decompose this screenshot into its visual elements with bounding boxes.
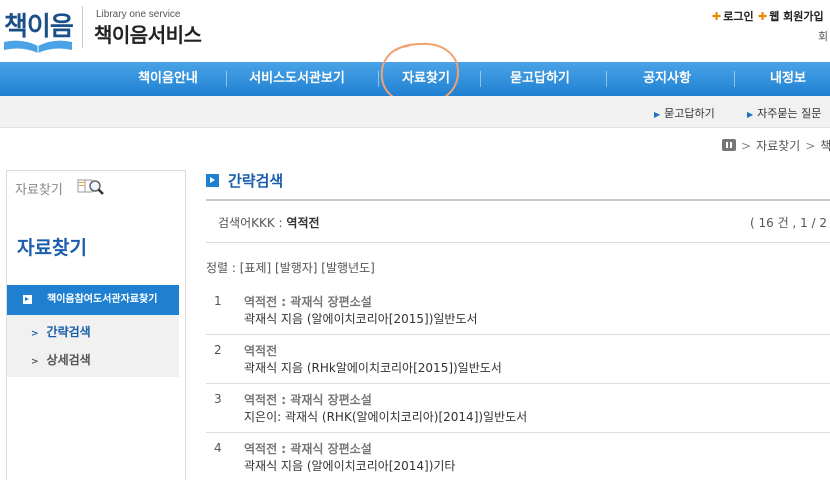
result-description: 곽재식 지음 (알에이치코리아[2014])기타	[244, 459, 456, 473]
login-link[interactable]: ✚ 로그인	[712, 8, 754, 24]
breadcrumb: > 자료찾기 > 책	[722, 137, 830, 154]
sort-options[interactable]: 정렬 : [표제] [발행자] [발행년도]	[206, 259, 375, 276]
breadcrumb-separator: >	[805, 139, 816, 153]
page-title-text: 간략검색	[228, 172, 284, 190]
play-box-icon	[206, 174, 219, 187]
subnav-item-qna[interactable]: ▶ 묻고답하기	[654, 105, 715, 121]
left-sidebar: 자료찾기 자료찾기 책이음참여도서관자료찾기 > 간략검색 > 상세검색	[6, 170, 186, 480]
list-item[interactable]: 2 역적전 곽재식 지음 (RHk알에이치코리아[2015])일반도서	[206, 335, 830, 384]
nav-item-libraries[interactable]: 서비스도서관보기	[227, 62, 367, 96]
sidebar-subitem-label: 상세검색	[46, 353, 91, 367]
chevron-right-icon: >	[31, 329, 39, 339]
result-title[interactable]: 역적전	[244, 342, 277, 359]
sidebar-submenu: > 간략검색 > 상세검색	[7, 315, 179, 377]
result-number: 1	[214, 294, 222, 308]
sidebar-subitem-label: 간략검색	[46, 325, 91, 339]
sub-nav: ▶ 묻고답하기 ▶ 자주묻는 질문	[0, 96, 830, 128]
subnav-label: 묻고답하기	[664, 107, 715, 120]
triangle-right-icon: ▶	[747, 110, 754, 119]
result-number: 2	[214, 343, 222, 357]
sidebar-head-label: 자료찾기	[15, 183, 63, 198]
join-label: 웹 회원가입	[769, 10, 824, 23]
search-term-line: 검색어KKK : 역적전	[218, 214, 320, 231]
nav-item-notice[interactable]: 공지사항	[607, 62, 727, 96]
sidebar-subitem-simple-search[interactable]: > 간략검색	[31, 323, 91, 340]
sidebar-subitem-advanced-search[interactable]: > 상세검색	[31, 351, 91, 368]
subnav-label: 자주묻는 질문	[757, 107, 822, 120]
result-title[interactable]: 역적전 : 곽재식 장편소설	[244, 293, 372, 310]
nav-item-intro[interactable]: 책이음안내	[110, 62, 226, 96]
logo-text: 책이음	[4, 12, 74, 42]
nav-item-qna[interactable]: 묻고답하기	[481, 62, 599, 96]
result-description: 지은이: 곽재식 (RHK(알에이치코리아)[2014])일반도서	[244, 410, 528, 424]
open-book-icon	[4, 40, 72, 53]
breadcrumb-next[interactable]: 책	[820, 139, 830, 153]
result-description: 곽재식 지음 (RHk알에이치코리아[2015])일반도서	[244, 361, 502, 375]
result-number: 3	[214, 392, 222, 406]
logo-title[interactable]: 책이음서비스	[94, 19, 202, 48]
util-extra-text: 회	[818, 30, 829, 43]
site-logo[interactable]: 책이음	[2, 4, 74, 54]
join-link[interactable]: ✚ 웹 회원가입	[758, 8, 824, 24]
logo-divider	[82, 6, 83, 48]
sidebar-item-library-search[interactable]: 책이음참여도서관자료찾기	[7, 285, 179, 315]
sidebar-menu-label: 책이음참여도서관자료찾기	[47, 294, 158, 305]
search-term-value: 역적전	[286, 216, 320, 230]
sidebar-title: 자료찾기	[17, 237, 87, 259]
list-item[interactable]: 3 역적전 : 곽재식 장편소설 지은이: 곽재식 (RHK(알에이치코리아)[…	[206, 384, 830, 433]
breadcrumb-separator: >	[741, 139, 752, 153]
chevron-right-icon: >	[31, 357, 39, 367]
result-count: ( 16 건 , 1 / 2	[750, 216, 828, 230]
list-item[interactable]: 4 역적전 : 곽재식 장편소설 곽재식 지음 (알에이치코리아[2014])기…	[206, 433, 830, 480]
book-magnifier-icon	[77, 179, 104, 195]
search-term-label: 검색어KKK :	[218, 216, 287, 230]
search-summary: 검색어KKK : 역적전 ( 16 건 , 1 / 2	[206, 199, 830, 243]
play-box-icon	[23, 295, 32, 304]
login-label: 로그인	[723, 10, 754, 23]
breadcrumb-current[interactable]: 자료찾기	[756, 139, 800, 153]
plus-icon: ✚	[712, 10, 722, 23]
subnav-item-faq[interactable]: ▶ 자주묻는 질문	[747, 105, 821, 121]
page-title: 간략검색	[206, 170, 283, 191]
plus-icon: ✚	[758, 10, 768, 23]
list-item[interactable]: 1 역적전 : 곽재식 장편소설 곽재식 지음 (알에이치코리아[2015])일…	[206, 286, 830, 335]
home-icon[interactable]	[722, 139, 736, 151]
nav-item-myinfo[interactable]: 내정보	[735, 62, 830, 96]
result-number: 4	[214, 441, 222, 455]
result-description: 곽재식 지음 (알에이치코리아[2015])일반도서	[244, 312, 478, 326]
result-title[interactable]: 역적전 : 곽재식 장편소설	[244, 440, 372, 457]
triangle-right-icon: ▶	[654, 110, 661, 119]
result-title[interactable]: 역적전 : 곽재식 장편소설	[244, 391, 372, 408]
